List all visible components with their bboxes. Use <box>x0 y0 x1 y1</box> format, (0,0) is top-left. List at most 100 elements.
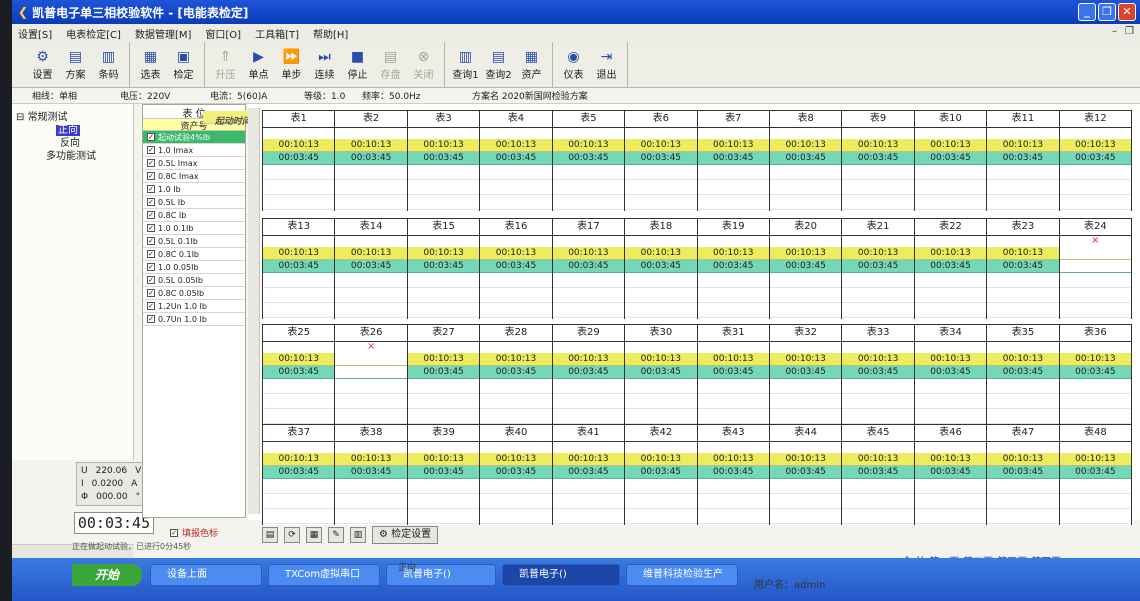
minimize-button[interactable]: _ <box>1078 3 1096 21</box>
show-color-checkbox[interactable]: ✓ 填报色标 <box>170 526 218 539</box>
meter-column[interactable]: 表20 00:10:13 00:03:45 <box>768 218 842 319</box>
meter-column[interactable]: 表4 00:10:13 00:03:45 <box>479 110 552 211</box>
toolbar-button[interactable]: ⏩ 单步 <box>275 42 308 86</box>
meter-column[interactable]: 表31 00:10:13 00:03:45 <box>696 324 769 425</box>
meter-column[interactable]: 表39 00:10:13 00:03:45 <box>406 424 480 525</box>
meter-column[interactable]: 表11 00:10:13 00:03:45 <box>986 110 1059 211</box>
meter-column[interactable]: 表17 00:10:13 00:03:45 <box>551 218 625 319</box>
menu-data[interactable]: 数据管理[M] <box>135 26 191 41</box>
meter-column[interactable]: 表10 00:10:13 00:03:45 <box>913 110 987 211</box>
toolbar-button[interactable]: ▤ 存盘 <box>374 42 407 86</box>
meter-column[interactable]: 表16 00:10:13 00:03:45 <box>479 218 552 319</box>
tree-item-multifunction[interactable]: 多功能测试 <box>46 147 96 162</box>
menu-window[interactable]: 窗口[O] <box>205 26 241 41</box>
checkbox-icon[interactable]: ✓ <box>147 211 155 219</box>
test-point-item[interactable]: ✓ 0.5L 0.05Ib <box>143 274 245 287</box>
checkbox-icon[interactable]: ✓ <box>147 276 155 284</box>
toolbar-button[interactable]: ▣ 检定 <box>167 42 200 86</box>
toolbar-button[interactable]: ▶ 单点 <box>242 42 275 86</box>
toolbar-button[interactable]: ▤ 查询2 <box>482 42 515 86</box>
meter-column[interactable]: 表44 00:10:13 00:03:45 <box>768 424 842 525</box>
task-txcom[interactable]: TXCom虚拟串口 <box>268 564 380 586</box>
checkbox-icon[interactable]: ✓ <box>147 289 155 297</box>
meter-column[interactable]: 表36 00:10:13 00:03:45 <box>1058 324 1133 425</box>
meter-column[interactable]: 表38 00:10:13 00:03:45 <box>334 424 407 525</box>
print-icon[interactable]: ▤ <box>262 527 278 543</box>
meter-column[interactable]: 表48 00:10:13 00:03:45 <box>1058 424 1133 525</box>
toolbar-button[interactable]: ⚙ 设置 <box>26 42 59 86</box>
test-point-item[interactable]: ✓ 0.8C Imax <box>143 170 245 183</box>
meter-column[interactable]: 表30 00:10:13 00:03:45 <box>624 324 697 425</box>
meter-column[interactable]: 表37 00:10:13 00:03:45 <box>262 424 335 525</box>
toolbar-button[interactable]: ▥ 条码 <box>92 42 125 86</box>
meter-column[interactable]: 表47 00:10:13 00:03:45 <box>986 424 1059 525</box>
toolbar-button[interactable]: ▦ 选表 <box>134 42 167 86</box>
meter-column[interactable]: 表3 00:10:13 00:03:45 <box>406 110 480 211</box>
checkbox-icon[interactable]: ✓ <box>147 263 155 271</box>
checkbox-icon[interactable]: ✓ <box>147 172 155 180</box>
meter-column[interactable]: 表1 00:10:13 00:03:45 <box>262 110 335 211</box>
meter-column[interactable]: 表2 00:10:13 00:03:45 <box>334 110 407 211</box>
test-point-item[interactable]: ✓ 0.8C 0.05Ib <box>143 287 245 300</box>
meter-column[interactable]: 表19 00:10:13 00:03:45 <box>696 218 769 319</box>
meter-column[interactable]: 表22 00:10:13 00:03:45 <box>913 218 987 319</box>
test-point-item[interactable]: ✓ 0.8C 0.1Ib <box>143 248 245 261</box>
meter-column[interactable]: 表24 × <box>1058 218 1133 319</box>
meter-column[interactable]: 表14 00:10:13 00:03:45 <box>334 218 407 319</box>
toolbar-button[interactable]: ⊗ 关闭 <box>407 42 440 86</box>
test-point-item[interactable]: ✓ 0.5L Ib <box>143 196 245 209</box>
start-button[interactable]: 开始 <box>72 564 142 586</box>
meter-column[interactable]: 表45 00:10:13 00:03:45 <box>841 424 914 525</box>
test-point-item[interactable]: ✓ 1.0 0.05Ib <box>143 261 245 274</box>
task-device[interactable]: 设备上面 <box>150 564 262 586</box>
edit-icon[interactable]: ✎ <box>328 527 344 543</box>
meter-column[interactable]: 表41 00:10:13 00:03:45 <box>551 424 625 525</box>
meter-column[interactable]: 表7 00:10:13 00:03:45 <box>696 110 769 211</box>
meter-column[interactable]: 表33 00:10:13 00:03:45 <box>841 324 914 425</box>
meter-column[interactable]: 表6 00:10:13 00:03:45 <box>624 110 697 211</box>
meter-column[interactable]: 表8 00:10:13 00:03:45 <box>768 110 842 211</box>
meter-column[interactable]: 表21 00:10:13 00:03:45 <box>841 218 914 319</box>
menu-settings[interactable]: 设置[S] <box>18 26 52 41</box>
meter-column[interactable]: 表26 × <box>334 324 407 425</box>
task-kaipu-2[interactable]: 凯普电子() <box>502 564 620 586</box>
meter-column[interactable]: 表34 00:10:13 00:03:45 <box>913 324 987 425</box>
test-point-item[interactable]: ✓ 0.8C Ib <box>143 209 245 222</box>
check-settings-button[interactable]: ⚙ 检定设置 <box>372 526 439 544</box>
meter-column[interactable]: 表32 00:10:13 00:03:45 <box>768 324 842 425</box>
test-point-item[interactable]: ✓ 0.7Un 1.0 Ib <box>143 313 245 326</box>
meter-column[interactable]: 表46 00:10:13 00:03:45 <box>913 424 987 525</box>
meter-column[interactable]: 表12 00:10:13 00:03:45 <box>1058 110 1133 211</box>
checkbox-icon[interactable]: ✓ <box>147 146 155 154</box>
meter-column[interactable]: 表13 00:10:13 00:03:45 <box>262 218 335 319</box>
mdi-restore-icon[interactable]: ❐ <box>1125 26 1134 37</box>
menu-help[interactable]: 帮助[H] <box>313 26 348 41</box>
checkbox-icon[interactable]: ✓ <box>147 250 155 258</box>
table-icon[interactable]: ▦ <box>306 527 322 543</box>
test-point-item[interactable]: ✓ 0.5L Imax <box>143 157 245 170</box>
meter-column[interactable]: 表9 00:10:13 00:03:45 <box>841 110 914 211</box>
menu-meter-check[interactable]: 电表检定[C] <box>66 26 121 41</box>
checkbox-icon[interactable]: ✓ <box>170 528 178 537</box>
test-point-item[interactable]: ✓ 0.5L 0.1Ib <box>143 235 245 248</box>
test-point-item[interactable]: ✓ 1.0 Imax <box>143 144 245 157</box>
meter-column[interactable]: 表42 00:10:13 00:03:45 <box>624 424 697 525</box>
toolbar-button[interactable]: ▥ 查询1 <box>449 42 482 86</box>
checkbox-icon[interactable]: ✓ <box>147 159 155 167</box>
toolbar-button[interactable]: ⇥ 退出 <box>590 42 623 86</box>
checkbox-icon[interactable]: ✓ <box>147 133 155 141</box>
checkbox-icon[interactable]: ✓ <box>147 185 155 193</box>
test-point-item[interactable]: ✓ 起动试验4%Ib <box>143 131 245 144</box>
meter-column[interactable]: 表28 00:10:13 00:03:45 <box>479 324 552 425</box>
checkbox-icon[interactable]: ✓ <box>147 198 155 206</box>
toolbar-button[interactable]: ◉ 仪表 <box>557 42 590 86</box>
checkbox-icon[interactable]: ✓ <box>147 315 155 323</box>
test-point-item[interactable]: ✓ 1.2Un 1.0 Ib <box>143 300 245 313</box>
refresh-icon[interactable]: ⟳ <box>284 527 300 543</box>
checkbox-icon[interactable]: ✓ <box>147 224 155 232</box>
meter-column[interactable]: 表27 00:10:13 00:03:45 <box>406 324 480 425</box>
meter-column[interactable]: 表35 00:10:13 00:03:45 <box>986 324 1059 425</box>
meter-column[interactable]: 表5 00:10:13 00:03:45 <box>551 110 625 211</box>
close-button[interactable]: ✕ <box>1118 3 1136 21</box>
test-point-item[interactable]: ✓ 1.0 0.1Ib <box>143 222 245 235</box>
